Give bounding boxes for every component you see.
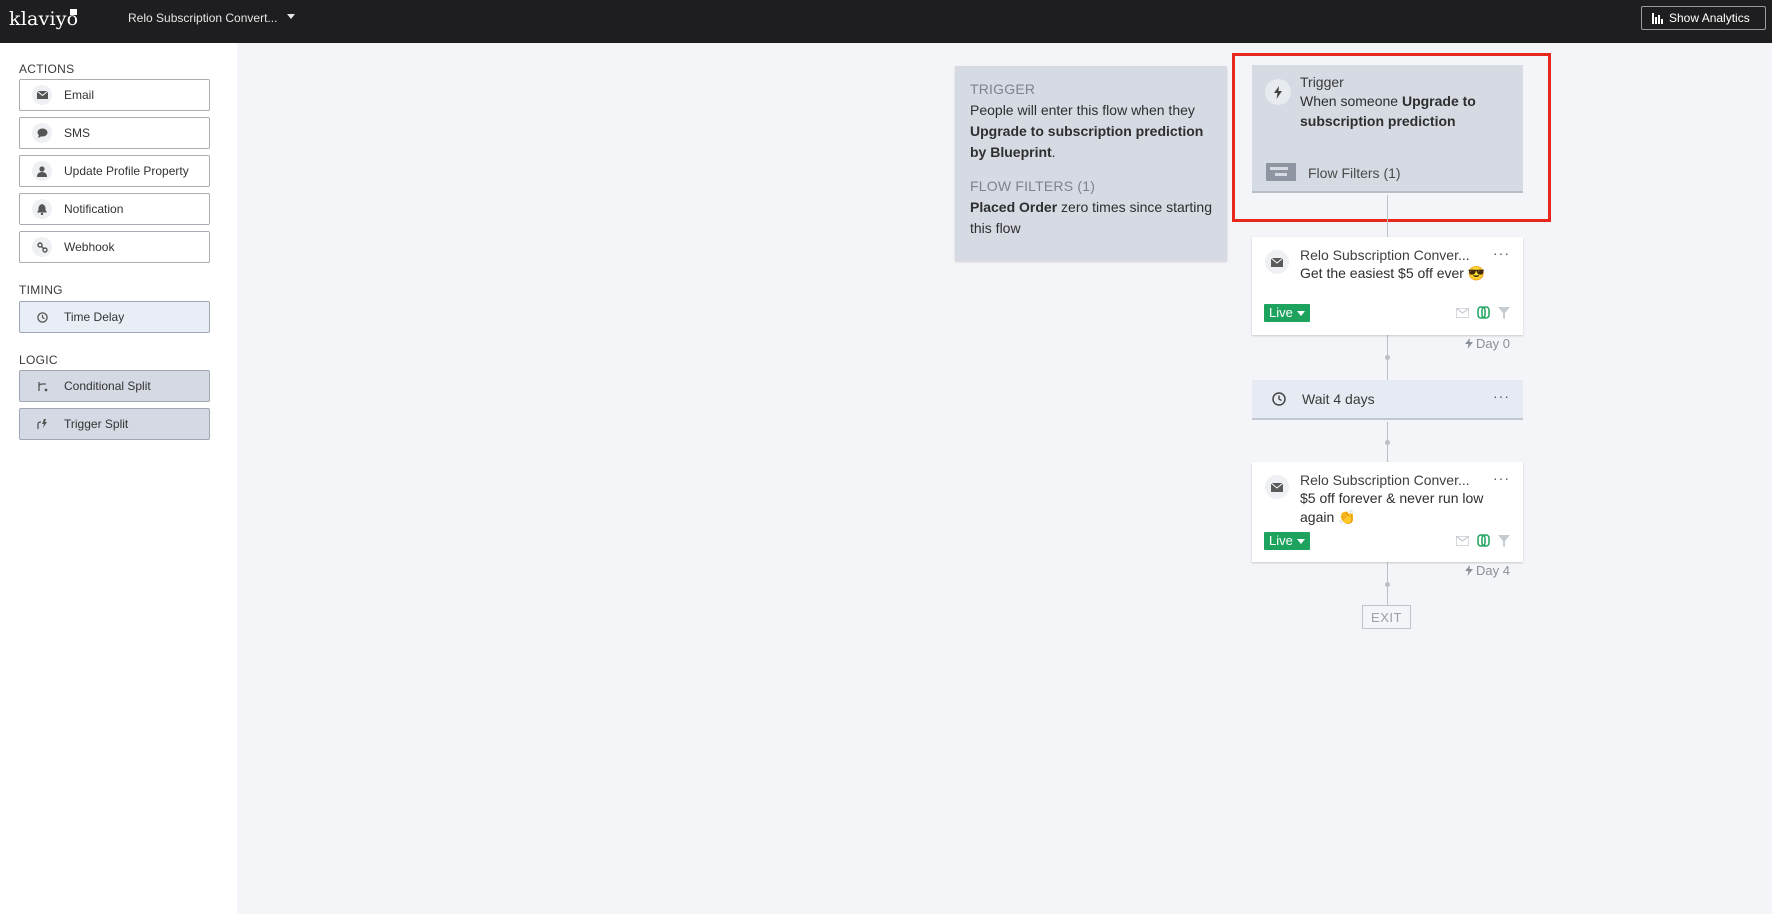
connector-dot [1385, 355, 1390, 360]
top-bar: klaviyo Relo Subscription Convert... Sho… [0, 0, 1772, 43]
flow-name-dropdown[interactable]: Relo Subscription Convert... [128, 11, 277, 25]
sidebar-item-sms[interactable]: SMS [19, 117, 210, 149]
bar-chart-icon [1652, 12, 1663, 24]
sidebar-item-webhook[interactable]: Webhook [19, 231, 210, 263]
clock-icon [32, 307, 52, 327]
connector-dot [1385, 582, 1390, 587]
webhook-icon [32, 237, 52, 257]
chevron-down-icon [1296, 310, 1305, 316]
sidebar-item-label: Update Profile Property [64, 164, 189, 178]
day-label-text: Day 4 [1476, 563, 1510, 578]
status-dropdown[interactable]: Live [1264, 532, 1310, 550]
card-icon-group [1456, 306, 1510, 319]
trigger-heading: TRIGGER [970, 81, 1036, 97]
chat-bubble-icon [32, 123, 52, 143]
sidebar-item-label: Email [64, 88, 95, 102]
sidebar-item-label: Time Delay [64, 310, 125, 324]
time-delay-card[interactable]: Wait 4 days ··· [1252, 380, 1523, 420]
sidebar-item-label: Webhook [64, 240, 115, 254]
sidebar-item-email[interactable]: Email [19, 79, 210, 111]
status-label: Live [1269, 305, 1293, 320]
show-analytics-button[interactable]: Show Analytics [1641, 6, 1766, 30]
email-title: Relo Subscription Conver... [1300, 247, 1470, 263]
split-icon [32, 376, 52, 396]
connector-dot [1385, 440, 1390, 445]
filter-icon [1498, 306, 1510, 319]
day-label: Day 4 [1465, 563, 1510, 578]
trigger-metric-name: Upgrade to subscription prediction by Bl… [970, 123, 1204, 160]
envelope-icon [1456, 307, 1469, 318]
trigger-description: People will enter this flow when they Up… [970, 100, 1212, 163]
filter-icon [1498, 534, 1510, 547]
highlight-annotation-box [1232, 53, 1551, 222]
smart-sending-icon [1477, 306, 1490, 319]
klaviyo-logo[interactable]: klaviyo [9, 8, 78, 30]
exit-node: EXIT [1362, 605, 1411, 629]
person-icon [32, 161, 52, 181]
lightning-bolt-icon [1465, 338, 1473, 349]
email-card[interactable]: Relo Subscription Conver... ··· $5 off f… [1252, 462, 1523, 562]
trigger-description-text: People will enter this flow when they [970, 102, 1195, 118]
more-options-icon[interactable]: ··· [1493, 388, 1510, 404]
timing-section-label: TIMING [19, 283, 63, 297]
day-label-text: Day 0 [1476, 336, 1510, 351]
card-icon-group [1456, 534, 1510, 547]
lightning-bolt-icon [1465, 565, 1473, 576]
show-analytics-label: Show Analytics [1669, 11, 1750, 25]
sidebar: ACTIONS Email SMS Update Profile Propert… [0, 43, 237, 914]
more-options-icon[interactable]: ··· [1493, 245, 1510, 261]
sidebar-item-time-delay[interactable]: Time Delay [19, 301, 210, 333]
sidebar-item-label: Notification [64, 202, 124, 216]
clock-icon [1272, 392, 1286, 406]
envelope-icon [1265, 475, 1289, 499]
bell-icon [32, 199, 52, 219]
day-label: Day 0 [1465, 336, 1510, 351]
envelope-icon [32, 85, 52, 105]
filter-metric-name: Placed Order [970, 199, 1058, 215]
status-label: Live [1269, 533, 1293, 548]
sidebar-item-trigger-split[interactable]: Trigger Split [19, 408, 210, 440]
klaviyo-logo-flag-icon [70, 9, 77, 15]
logic-section-label: LOGIC [19, 353, 58, 367]
envelope-icon [1265, 250, 1289, 274]
status-dropdown[interactable]: Live [1264, 304, 1310, 322]
flow-filter-description: Placed Order zero times since starting t… [970, 197, 1212, 239]
actions-section-label: ACTIONS [19, 62, 75, 76]
email-subject: $5 off forever & never run low again 👏 [1300, 490, 1484, 525]
chevron-down-icon[interactable] [287, 14, 295, 19]
flow-filters-heading: FLOW FILTERS (1) [970, 178, 1096, 194]
time-delay-label: Wait 4 days [1302, 391, 1375, 407]
sidebar-item-label: Trigger Split [64, 417, 129, 431]
sidebar-item-label: SMS [64, 126, 91, 140]
email-title: Relo Subscription Conver... [1300, 472, 1470, 488]
sidebar-item-conditional-split[interactable]: Conditional Split [19, 370, 210, 402]
trigger-split-icon [32, 414, 52, 434]
email-subject: Get the easiest $5 off ever 😎 [1300, 265, 1486, 281]
trigger-description-end: . [1051, 144, 1056, 160]
flow-connector [1387, 195, 1388, 237]
sidebar-item-label: Conditional Split [64, 379, 151, 393]
envelope-icon [1456, 535, 1469, 546]
email-card[interactable]: Relo Subscription Conver... ··· Get the … [1252, 237, 1523, 335]
trigger-info-panel: TRIGGER People will enter this flow when… [955, 66, 1227, 261]
smart-sending-icon [1477, 534, 1490, 547]
sidebar-item-notification[interactable]: Notification [19, 193, 210, 225]
more-options-icon[interactable]: ··· [1493, 470, 1510, 486]
sidebar-item-update-profile-property[interactable]: Update Profile Property [19, 155, 210, 187]
chevron-down-icon [1296, 538, 1305, 544]
